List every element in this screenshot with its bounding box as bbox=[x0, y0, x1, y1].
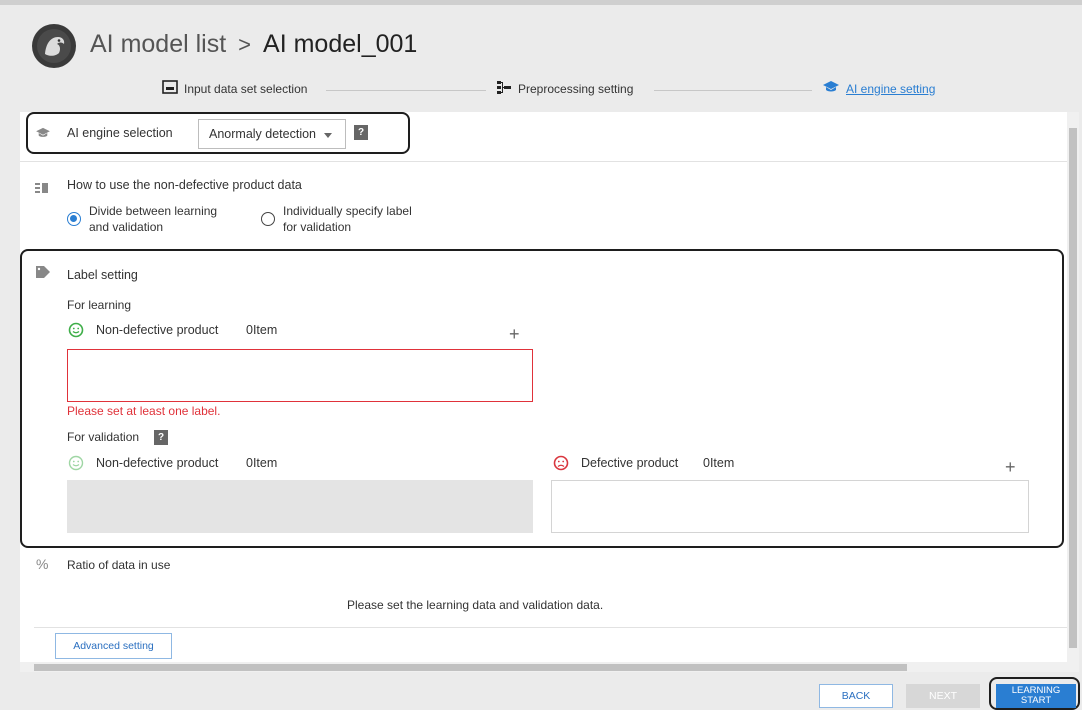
step-label: AI engine setting bbox=[846, 81, 936, 96]
engine-selected: Anormaly detection bbox=[209, 127, 317, 141]
graduation-cap-icon bbox=[822, 80, 840, 97]
engine-dropdown[interactable]: Anormaly detection bbox=[198, 119, 346, 149]
help-icon[interactable]: ? bbox=[354, 125, 368, 140]
stepper: Input data set selection Preprocessing s… bbox=[0, 78, 1082, 102]
add-defective-label-button[interactable]: + bbox=[1005, 457, 1016, 478]
list-icon bbox=[35, 181, 49, 196]
frown-icon bbox=[553, 455, 569, 476]
advanced-setting-button[interactable]: Advanced setting bbox=[55, 633, 172, 659]
ratio-title: Ratio of data in use bbox=[67, 558, 171, 572]
graduation-cap-icon bbox=[35, 127, 51, 142]
page-title: AI model list > AI model_001 bbox=[90, 30, 417, 59]
horizontal-scroll-thumb[interactable] bbox=[34, 664, 907, 671]
app-logo-icon bbox=[32, 24, 76, 68]
radio-dot-selected[interactable] bbox=[67, 212, 81, 226]
start-label-line2: START bbox=[1020, 695, 1052, 706]
radio-label-line1: Individually specify label bbox=[283, 204, 412, 218]
validation-defective-count: 0Item bbox=[703, 456, 735, 470]
validation-non-defective-label: Non-defective product bbox=[96, 456, 219, 470]
validation-non-defective-count: 0Item bbox=[246, 456, 278, 470]
validation-defective-label: Defective product bbox=[581, 456, 679, 470]
radio-label-line1: Divide between learning bbox=[89, 204, 218, 218]
breadcrumb-current: AI model_001 bbox=[263, 30, 418, 58]
engine-label: AI engine selection bbox=[67, 126, 173, 140]
learning-error-message: Please set at least one label. bbox=[67, 404, 221, 418]
step-input-data-set[interactable]: Input data set selection bbox=[162, 80, 307, 97]
step-connector bbox=[654, 90, 812, 91]
next-button[interactable]: NEXT bbox=[906, 684, 980, 708]
learning-non-defective-label: Non-defective product bbox=[96, 323, 219, 337]
radio-label-line2: and validation bbox=[89, 220, 164, 234]
label-setting-title: Label setting bbox=[67, 268, 138, 282]
step-label: Input data set selection bbox=[184, 81, 308, 96]
top-border bbox=[0, 0, 1082, 5]
validation-defective-dropzone[interactable] bbox=[551, 480, 1029, 533]
learning-non-defective-count: 0Item bbox=[246, 323, 278, 337]
learning-label-dropzone[interactable] bbox=[67, 349, 533, 402]
percent-icon: % bbox=[36, 556, 49, 572]
step-ai-engine[interactable]: AI engine setting bbox=[822, 80, 935, 97]
image-frame-icon bbox=[162, 80, 178, 97]
breadcrumb-separator: > bbox=[238, 31, 252, 57]
hierarchy-icon bbox=[496, 80, 512, 97]
radio-dot[interactable] bbox=[261, 212, 275, 226]
for-learning-title: For learning bbox=[67, 298, 132, 312]
learning-start-button[interactable]: LEARNING START bbox=[996, 684, 1076, 708]
usage-title: How to use the non-defective product dat… bbox=[67, 178, 302, 192]
smile-icon bbox=[68, 455, 84, 476]
vertical-scroll-thumb[interactable] bbox=[1069, 128, 1077, 648]
divider bbox=[34, 627, 1067, 628]
tag-icon bbox=[36, 266, 50, 281]
settings-panel: AI engine selection Anormaly detection ?… bbox=[20, 112, 1067, 662]
chevron-down-icon bbox=[324, 127, 333, 141]
step-label: Preprocessing setting bbox=[518, 81, 634, 96]
for-validation-title: For validation bbox=[67, 430, 140, 444]
add-learning-label-button[interactable]: + bbox=[509, 324, 520, 345]
step-connector bbox=[326, 90, 486, 91]
step-preprocessing[interactable]: Preprocessing setting bbox=[496, 80, 633, 97]
validation-non-defective-box bbox=[67, 480, 533, 533]
radio-label-line2: for validation bbox=[283, 220, 352, 234]
radio-individual[interactable]: Individually specify label for validation bbox=[261, 203, 412, 235]
breadcrumb-ai-model-list[interactable]: AI model list bbox=[90, 30, 226, 59]
ratio-message: Please set the learning data and validat… bbox=[347, 598, 604, 612]
radio-divide[interactable]: Divide between learning and validation bbox=[67, 203, 217, 235]
back-button[interactable]: BACK bbox=[819, 684, 893, 708]
help-icon[interactable]: ? bbox=[154, 430, 168, 445]
smile-icon bbox=[68, 322, 84, 343]
